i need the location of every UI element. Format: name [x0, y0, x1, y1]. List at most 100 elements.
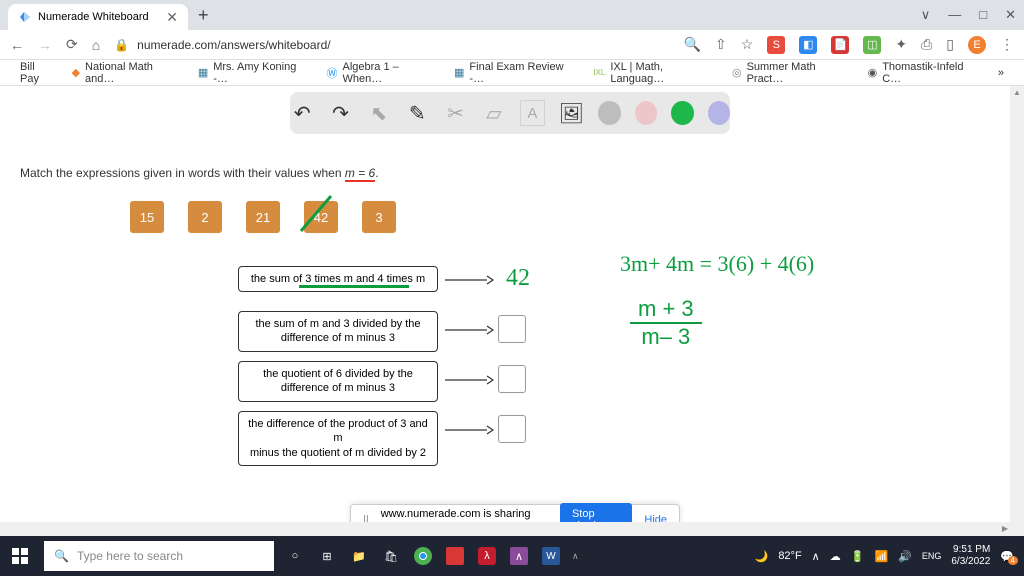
color-pink[interactable] — [635, 101, 657, 125]
tray-expand-icon[interactable]: ∧ — [812, 550, 820, 563]
chip[interactable]: 2 — [188, 201, 222, 233]
ext-icon-1[interactable]: S — [767, 36, 785, 54]
acrobat-icon[interactable]: λ — [472, 536, 502, 576]
bookmark-label: Bill Pay — [20, 61, 56, 85]
bookmark-item[interactable]: ◉Thomastik-Infeld C… — [868, 61, 982, 85]
image-icon[interactable]: 🖼 — [559, 100, 584, 126]
language-icon[interactable]: ENG — [922, 551, 942, 561]
nav-bar: ← → ⟳ ⌂ 🔒 numerade.com/answers/whiteboar… — [0, 30, 1024, 60]
bookmark-item[interactable]: IXLIXL | Math, Languag… — [593, 61, 716, 85]
color-green[interactable] — [671, 101, 693, 125]
redo-icon[interactable]: ↷ — [328, 100, 352, 126]
ext-icon-2[interactable]: ◧ — [799, 36, 817, 54]
notification-icon[interactable]: 💬4 — [1000, 550, 1014, 563]
undo-icon[interactable]: ↶ — [290, 100, 314, 126]
weather-icon[interactable]: 🌙 — [755, 550, 769, 563]
explorer-icon[interactable]: 📁 — [344, 536, 374, 576]
ext-icon-4[interactable]: ◫ — [863, 36, 881, 54]
bookmark-icon: ▦ — [454, 66, 464, 79]
expression-box[interactable]: the difference of the product of 3 and m… — [238, 411, 438, 466]
reader-icon[interactable]: ▯ — [946, 36, 954, 53]
maximize-icon[interactable]: □ — [979, 7, 987, 23]
back-icon[interactable]: ← — [10, 37, 24, 53]
bookmark-item[interactable]: ⓌAlgebra 1 – When… — [327, 61, 439, 85]
answer-chips: 15 2 21 42 3 — [130, 201, 396, 233]
taskview-icon[interactable]: ⊞ — [312, 536, 342, 576]
battery-icon[interactable]: 🔋 — [851, 550, 865, 563]
bookmark-label: Mrs. Amy Koning -… — [213, 61, 310, 85]
forward-icon[interactable]: → — [38, 37, 52, 53]
expression-text: the difference of the product of 3 and m — [247, 417, 429, 446]
bookmark-item[interactable]: ▦ Final Exam Review -… — [454, 61, 577, 85]
chip[interactable]: 21 — [246, 201, 280, 233]
bookmark-item[interactable]: ◆ National Math and… — [72, 61, 182, 85]
volume-icon[interactable]: 🔊 — [898, 550, 912, 563]
chevron-up-icon[interactable]: ∧ — [572, 551, 579, 562]
weather-temp[interactable]: 82°F — [778, 550, 801, 562]
close-window-icon[interactable]: ✕ — [1005, 7, 1016, 23]
chevron-down-icon[interactable]: ∨ — [921, 7, 931, 23]
taskbar-tray: 🌙 82°F ∧ ☁ 🔋 📶 🔊 ENG 9:51 PM 6/3/2022 💬4 — [755, 544, 1024, 568]
bookmark-icon: ◆ — [72, 66, 80, 79]
bookmark-label: Final Exam Review -… — [469, 61, 577, 85]
bookmark-item[interactable]: ▦Mrs. Amy Koning -… — [198, 61, 311, 85]
eraser-icon[interactable]: ▱ — [482, 100, 506, 126]
tools-icon[interactable]: ✂ — [443, 100, 467, 126]
menu-icon[interactable]: ⋮ — [1000, 36, 1014, 53]
minimize-icon[interactable]: — — [948, 7, 961, 23]
chrome-icon[interactable] — [408, 536, 438, 576]
ext-icon-3[interactable]: 📄 — [831, 36, 849, 54]
app-icon[interactable]: ∧ — [504, 536, 534, 576]
cast-icon[interactable]: ⎙ — [921, 36, 932, 53]
vertical-scrollbar[interactable]: ▲ — [1010, 86, 1024, 536]
close-icon[interactable]: ✕ — [166, 9, 178, 26]
star-icon[interactable]: ☆ — [741, 36, 754, 53]
word-icon[interactable]: W — [536, 536, 566, 576]
color-grey[interactable] — [598, 101, 620, 125]
taskbar-apps: ○ ⊞ 📁 🛍 λ ∧ W — [280, 536, 566, 576]
search-page-icon[interactable]: 🔍 — [684, 36, 701, 53]
answer-value: 42 — [498, 264, 538, 292]
bookmarks-overflow[interactable]: » — [998, 67, 1004, 79]
expression-text: the sum of 3 times m and 4 times m — [251, 273, 425, 285]
browser-tab[interactable]: Numerade Whiteboard ✕ — [8, 4, 188, 30]
pen-icon[interactable]: ✎ — [405, 100, 429, 126]
taskbar: 🔍 Type here to search ○ ⊞ 📁 🛍 λ ∧ W ∧ 🌙 … — [0, 536, 1024, 576]
bookmark-item[interactable]: ◎Summer Math Pract… — [732, 61, 852, 85]
pointer-icon[interactable]: ⬉ — [367, 100, 391, 126]
answer-slot[interactable] — [498, 365, 526, 393]
home-icon[interactable]: ⌂ — [92, 37, 100, 53]
wifi-icon[interactable]: 📶 — [874, 550, 888, 563]
puzzle-icon[interactable]: ✦ — [895, 36, 907, 53]
whiteboard-toolbar: ↶ ↷ ⬉ ✎ ✂ ▱ A 🖼 — [290, 92, 730, 134]
text-icon[interactable]: A — [520, 100, 544, 126]
profile-avatar[interactable]: E — [968, 36, 986, 54]
bookmark-label: IXL | Math, Languag… — [610, 61, 716, 85]
onedrive-icon[interactable]: ☁ — [830, 550, 841, 563]
chip[interactable]: 3 — [362, 201, 396, 233]
url-bar[interactable]: 🔒 numerade.com/answers/whiteboard/ — [114, 38, 330, 52]
expression-box[interactable]: the sum of 3 times m and 4 times m — [238, 266, 438, 292]
expression-box[interactable]: the quotient of 6 divided by the differe… — [238, 361, 438, 402]
cortana-icon[interactable]: ○ — [280, 536, 310, 576]
start-button[interactable] — [0, 536, 40, 576]
color-purple[interactable] — [708, 101, 730, 125]
chip[interactable]: 42 — [304, 201, 338, 233]
answer-slot[interactable] — [498, 315, 526, 343]
expression-text: the sum of m and 3 divided by the — [247, 317, 429, 331]
expression-text: minus the quotient of m divided by 2 — [247, 446, 429, 460]
reload-icon[interactable]: ⟳ — [66, 36, 78, 53]
new-tab-button[interactable]: + — [198, 5, 209, 26]
store-icon[interactable]: 🛍 — [376, 536, 406, 576]
clock[interactable]: 9:51 PM 6/3/2022 — [951, 544, 990, 568]
app-icon[interactable] — [440, 536, 470, 576]
chip[interactable]: 15 — [130, 201, 164, 233]
share-icon[interactable]: ⇧ — [715, 36, 727, 53]
expression-box[interactable]: the sum of m and 3 divided by the differ… — [238, 311, 438, 352]
answer-slot[interactable] — [498, 415, 526, 443]
bookmark-label: National Math and… — [85, 61, 182, 85]
bookmark-icon: ◉ — [868, 66, 878, 79]
taskbar-search[interactable]: 🔍 Type here to search — [44, 541, 274, 571]
horizontal-scrollbar[interactable]: ▶ — [0, 522, 1010, 536]
bookmark-item[interactable]: Bill Pay — [20, 61, 56, 85]
